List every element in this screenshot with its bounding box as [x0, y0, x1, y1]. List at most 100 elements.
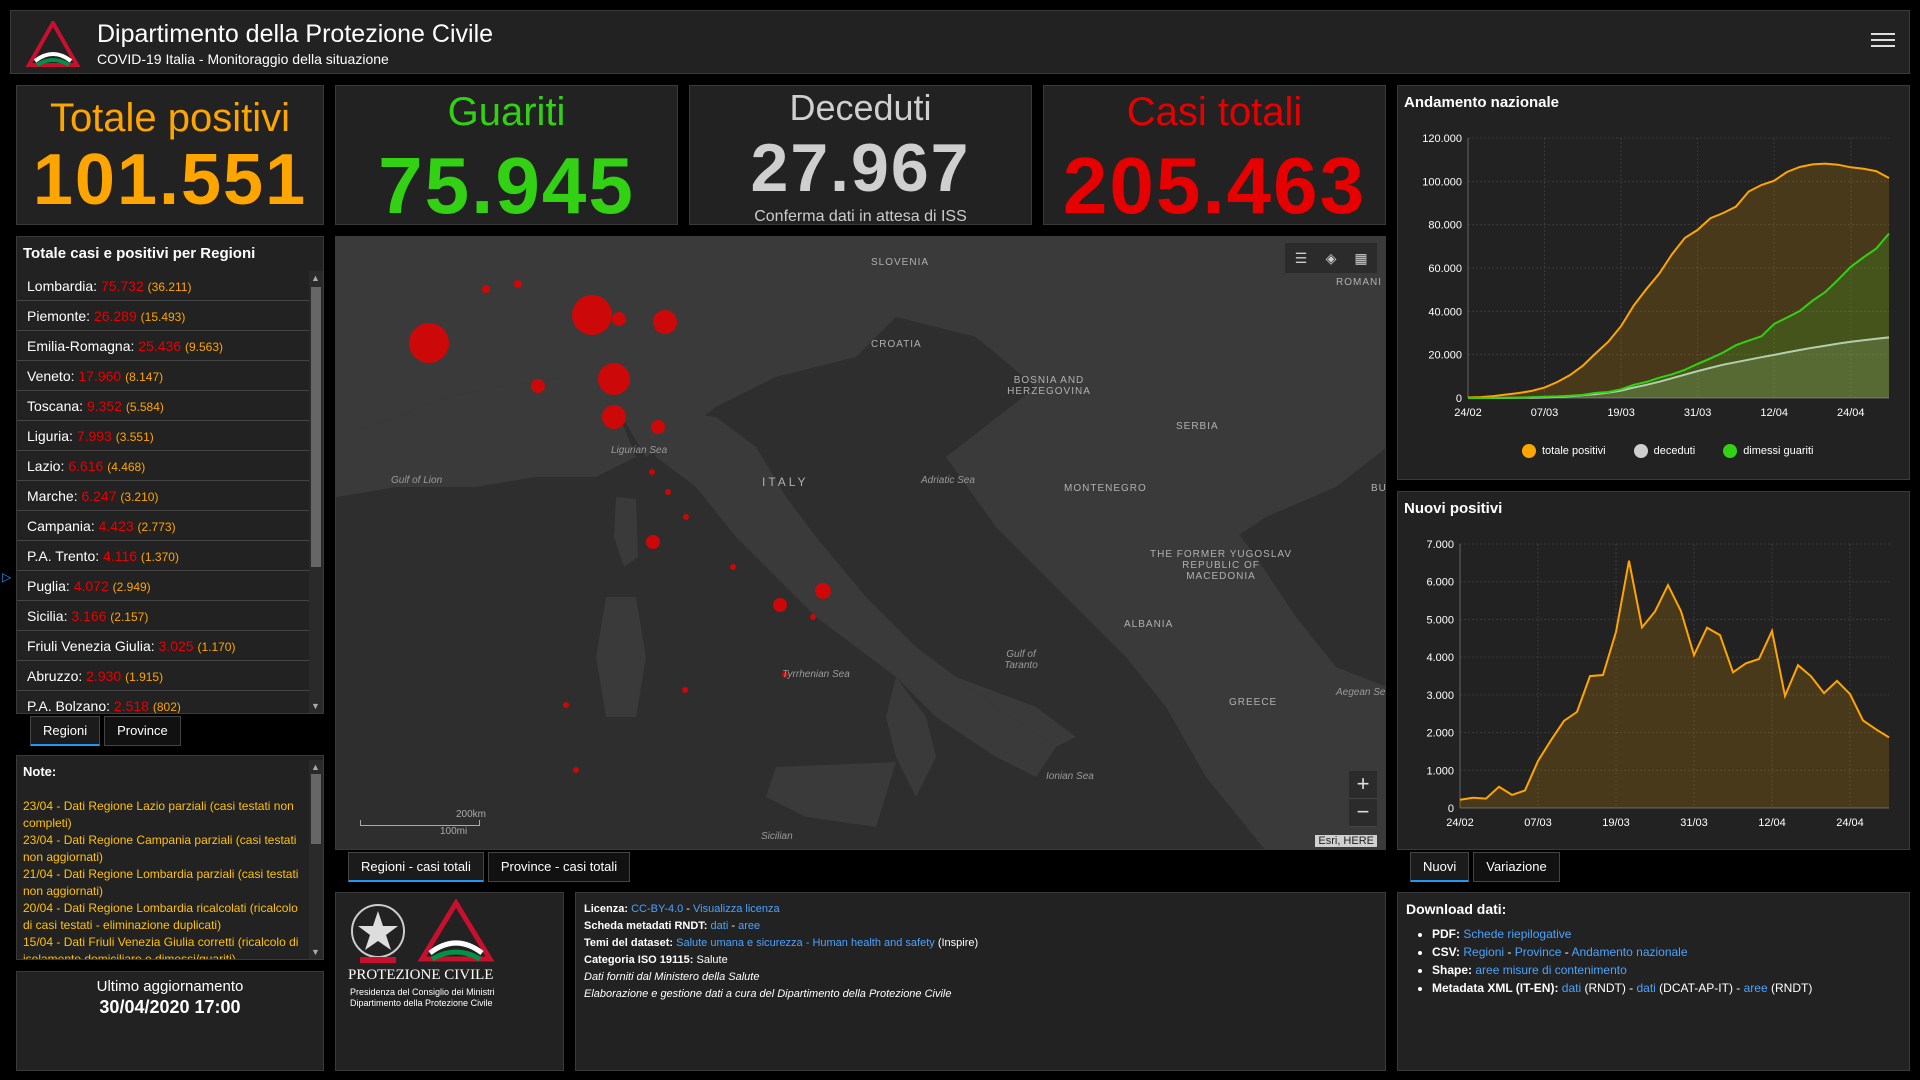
- link-csv-province[interactable]: Province: [1515, 945, 1562, 959]
- region-total: 75.732: [100, 278, 144, 294]
- map-tabs: Regioni - casi totali Province - casi to…: [348, 852, 631, 882]
- legend-item[interactable]: deceduti: [1633, 444, 1696, 458]
- scroll-down-icon[interactable]: ▼: [311, 701, 320, 711]
- basemap-gallery-icon[interactable]: ▦: [1349, 246, 1373, 270]
- map-bubble[interactable]: [683, 514, 689, 520]
- link-csv-regioni[interactable]: Regioni: [1463, 945, 1504, 959]
- link-xml-aree[interactable]: aree: [1744, 981, 1768, 995]
- region-positive: 1.170: [201, 640, 232, 654]
- tab-nuovi[interactable]: Nuovi: [1410, 852, 1470, 882]
- map-bubble[interactable]: [572, 295, 612, 335]
- kpi-label: Casi totali: [1126, 90, 1303, 134]
- link-visualizza-licenza[interactable]: Visualizza licenza: [693, 903, 780, 915]
- link-schede[interactable]: Schede riepilogative: [1463, 927, 1571, 941]
- map-canvas[interactable]: [336, 237, 1386, 850]
- region-row[interactable]: Friuli Venezia Giulia: 3.025 (1.170): [17, 631, 309, 661]
- map-bubble[interactable]: [482, 285, 490, 293]
- y-tick-label: 100.000: [1422, 176, 1462, 188]
- x-tick-label: 24/04: [1836, 817, 1864, 829]
- region-row[interactable]: Marche: 6.247 (3.210): [17, 481, 309, 511]
- region-row[interactable]: Liguria: 7.993 (3.551): [17, 421, 309, 451]
- tab-regioni-casi-totali[interactable]: Regioni - casi totali: [348, 852, 484, 882]
- link-rndt-aree[interactable]: aree: [738, 920, 760, 932]
- map-bubble[interactable]: [531, 379, 545, 393]
- regions-scrollbar[interactable]: ▲ ▼: [309, 271, 323, 713]
- x-tick-label: 07/03: [1524, 817, 1552, 829]
- region-name: Liguria: [27, 428, 70, 444]
- region-positive: 5.584: [129, 400, 160, 414]
- region-positive: 8.147: [129, 370, 160, 384]
- map-bubble[interactable]: [514, 280, 522, 288]
- region-row[interactable]: Piemonte: 26.289 (15.493): [17, 301, 309, 331]
- link-temi[interactable]: Salute umana e sicurezza - Human health …: [676, 937, 935, 949]
- link-shape[interactable]: aree misure di contenimento: [1475, 963, 1626, 977]
- region-row[interactable]: Toscana: 9.352 (5.584): [17, 391, 309, 421]
- map-bubble[interactable]: [730, 564, 736, 570]
- regions-tabs: Regioni Province: [30, 716, 181, 746]
- scroll-down-icon[interactable]: ▼: [311, 947, 320, 957]
- map-bubble[interactable]: [602, 405, 626, 429]
- tab-province-casi-totali[interactable]: Province - casi totali: [487, 852, 631, 882]
- region-row[interactable]: Veneto: 17.960 (8.147): [17, 361, 309, 391]
- regions-list[interactable]: Lombardia: 75.732 (36.211) Piemonte: 26.2…: [17, 271, 309, 713]
- zoom-in-button[interactable]: +: [1349, 771, 1377, 799]
- region-positive: 2.773: [141, 520, 172, 534]
- map-bubble[interactable]: [815, 583, 831, 599]
- region-total: 2.518: [113, 698, 149, 713]
- region-row[interactable]: P.A. Trento: 4.116 (1.370): [17, 541, 309, 571]
- chart-andamento[interactable]: 0 20.000 40.000 60.000 80.000 100.000 120.000 2…: [1398, 122, 1911, 442]
- link-xml-dati-rndt[interactable]: dati: [1562, 981, 1581, 995]
- map-bubble[interactable]: [810, 614, 816, 620]
- tab-province[interactable]: Province: [104, 716, 181, 746]
- notes-scrollbar[interactable]: ▲ ▼: [309, 760, 323, 959]
- link-csv-andamento[interactable]: Andamento nazionale: [1571, 945, 1687, 959]
- map-bubble[interactable]: [665, 489, 671, 495]
- hamburger-menu-icon[interactable]: [1871, 29, 1895, 53]
- link-rndt-dati[interactable]: dati: [711, 920, 729, 932]
- region-row[interactable]: Puglia: 4.072 (2.949): [17, 571, 309, 601]
- x-tick-label: 12/04: [1760, 407, 1788, 419]
- zoom-out-button[interactable]: −: [1349, 799, 1377, 827]
- scroll-up-icon[interactable]: ▲: [311, 762, 320, 772]
- map-label-macedonia: THE FORMER YUGOSLAV REPUBLIC OF MACEDONI…: [1150, 549, 1292, 582]
- map-bubble[interactable]: [773, 598, 787, 612]
- map-bubble[interactable]: [598, 363, 630, 395]
- map-bubble[interactable]: [682, 687, 688, 693]
- kpi-label: Deceduti: [789, 87, 932, 128]
- scroll-thumb[interactable]: [311, 287, 321, 567]
- map-attribution[interactable]: Esri, HERE: [1315, 835, 1377, 847]
- scroll-up-icon[interactable]: ▲: [311, 273, 320, 283]
- region-row[interactable]: Emilia-Romagna: 25.436 (9.563): [17, 331, 309, 361]
- download-label: PDF:: [1432, 927, 1460, 941]
- map-bubble[interactable]: [653, 310, 677, 334]
- legend-list-icon[interactable]: ☰: [1289, 246, 1313, 270]
- map-panel[interactable]: SLOVENIA ROMANI CROATIA BOSNIA AND HERZE…: [335, 236, 1386, 850]
- scroll-thumb[interactable]: [311, 774, 321, 844]
- note-line: 23/04 - Dati Regione Campania parziali (…: [23, 833, 297, 864]
- map-bubble[interactable]: [649, 469, 655, 475]
- link-cc-by[interactable]: CC-BY-4.0: [631, 903, 683, 915]
- layers-icon[interactable]: ◈: [1319, 246, 1343, 270]
- region-row[interactable]: Lombardia: 75.732 (36.211): [17, 271, 309, 301]
- map-bubble[interactable]: [573, 767, 579, 773]
- region-row[interactable]: Lazio: 6.616 (4.468): [17, 451, 309, 481]
- chart-nuovi[interactable]: 0 1.000 2.000 3.000 4.000 5.000 6.000 7.000 24/0…: [1398, 528, 1911, 848]
- legend-item[interactable]: dimessi guariti: [1723, 444, 1814, 458]
- legend-label: deceduti: [1653, 444, 1696, 457]
- map-bubble[interactable]: [612, 312, 626, 326]
- legend-item[interactable]: totale positivi: [1522, 444, 1606, 458]
- region-row[interactable]: Campania: 4.423 (2.773): [17, 511, 309, 541]
- side-expand-icon[interactable]: ▷: [2, 570, 11, 584]
- tab-variazione[interactable]: Variazione: [1473, 852, 1560, 882]
- region-row[interactable]: Sicilia: 3.166 (2.157): [17, 601, 309, 631]
- map-bubble[interactable]: [646, 535, 660, 549]
- region-row[interactable]: Abruzzo: 2.930 (1.915): [17, 661, 309, 691]
- map-label-croatia: CROATIA: [871, 339, 922, 350]
- kpi-value: 205.463: [1062, 141, 1367, 230]
- map-bubble[interactable]: [651, 420, 665, 434]
- map-bubble[interactable]: [409, 323, 449, 363]
- tab-regioni[interactable]: Regioni: [30, 716, 101, 746]
- map-bubble[interactable]: [563, 702, 569, 708]
- link-xml-dati-dcat[interactable]: dati: [1636, 981, 1655, 995]
- region-row[interactable]: P.A. Bolzano: 2.518 (802): [17, 691, 309, 713]
